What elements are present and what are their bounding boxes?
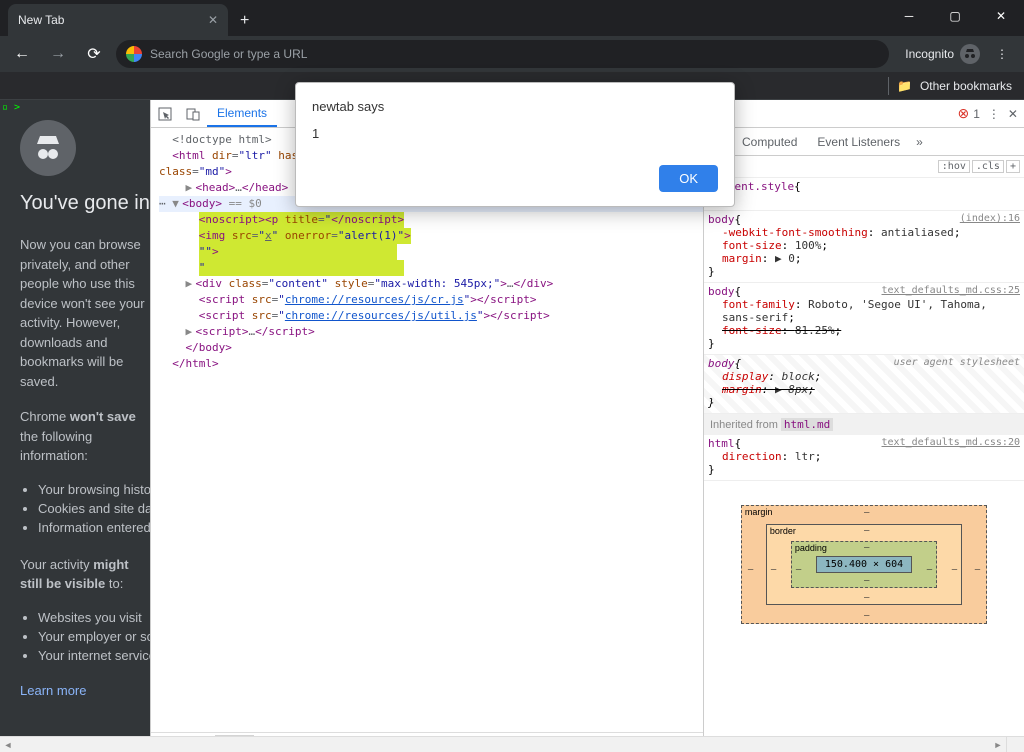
window-controls: ─ ▢ ✕ <box>886 0 1024 32</box>
list-item: Your employer or school <box>38 629 150 644</box>
inherited-from: Inherited from html.md <box>704 414 1024 435</box>
scroll-left-icon[interactable]: ◄ <box>0 740 16 750</box>
visible-to-list: Websites you visit Your employer or scho… <box>20 610 150 663</box>
styles-panel: S Computed Event Listeners » :hov .cls +… <box>704 128 1024 752</box>
cls-toggle[interactable]: .cls <box>972 160 1004 173</box>
list-item: Information entered in forms <box>38 520 150 535</box>
forward-button[interactable]: → <box>44 45 72 63</box>
browser-toolbar: ← → ⟳ Search Google or type a URL Incogn… <box>0 36 1024 72</box>
new-style-button[interactable]: + <box>1006 160 1020 173</box>
incognito-desc-1: Now you can browse privately, and other … <box>20 235 150 391</box>
inspect-icon[interactable] <box>151 100 179 127</box>
list-item: Websites you visit <box>38 610 150 625</box>
style-rules[interactable]: element.style { } body {(index):16 -webk… <box>704 178 1024 752</box>
tab-elements[interactable]: Elements <box>207 100 277 127</box>
incognito-logo <box>20 120 76 176</box>
tab-event-listeners[interactable]: Event Listeners <box>807 135 910 149</box>
maximize-button[interactable]: ▢ <box>932 0 978 32</box>
minimize-button[interactable]: ─ <box>886 0 932 32</box>
incognito-heading: You've gone incognito <box>20 192 150 215</box>
hov-toggle[interactable]: :hov <box>938 160 970 173</box>
learn-more-link[interactable]: Learn more <box>20 683 86 698</box>
other-bookmarks[interactable]: Other bookmarks <box>920 79 1012 93</box>
google-icon <box>126 46 142 62</box>
wont-save-list: Your browsing history Cookies and site d… <box>20 482 150 535</box>
ok-button[interactable]: OK <box>659 165 718 192</box>
more-tabs-icon[interactable]: » <box>916 135 923 149</box>
devtools-menu-icon[interactable]: ⋮ <box>988 107 1000 121</box>
dialog-title: newtab says <box>312 99 718 114</box>
dom-tree[interactable]: <!doctype html> <html dir="ltr" hasc cla… <box>151 128 703 732</box>
dialog-message: 1 <box>312 126 718 141</box>
list-item: Cookies and site data <box>38 501 150 516</box>
resize-grip[interactable] <box>1006 736 1024 752</box>
error-icon[interactable]: ⊗ <box>958 105 970 122</box>
close-window-button[interactable]: ✕ <box>978 0 1024 32</box>
browser-tab[interactable]: New Tab ✕ <box>8 4 228 36</box>
incognito-new-tab: You've gone incognito Now you can browse… <box>0 100 150 752</box>
list-item: Your internet service provider <box>38 648 150 663</box>
incognito-icon <box>960 44 980 64</box>
horizontal-scrollbar[interactable]: ◄ ► <box>0 736 1006 752</box>
box-model-content: 150.400 × 604 <box>816 556 912 573</box>
styles-tabs: S Computed Event Listeners » <box>704 128 1024 156</box>
tab-title: New Tab <box>18 13 64 27</box>
scroll-right-icon[interactable]: ► <box>990 740 1006 750</box>
back-button[interactable]: ← <box>8 45 36 63</box>
folder-icon: 📁 <box>897 79 912 93</box>
reload-button[interactable]: ⟳ <box>80 44 108 64</box>
close-tab-icon[interactable]: ✕ <box>208 13 218 27</box>
new-tab-button[interactable]: + <box>240 12 249 30</box>
list-item: Your browsing history <box>38 482 150 497</box>
elements-panel: <!doctype html> <html dir="ltr" hasc cla… <box>151 128 704 752</box>
incognito-indicator: Incognito <box>905 44 980 64</box>
device-toggle-icon[interactable] <box>179 100 207 127</box>
devtools-close-icon[interactable]: ✕ <box>1008 107 1018 121</box>
omnibox-placeholder: Search Google or type a URL <box>150 47 307 61</box>
styles-toolbar: :hov .cls + <box>704 156 1024 178</box>
js-alert-dialog: newtab says 1 OK <box>295 82 735 207</box>
window-titlebar: New Tab ✕ + ─ ▢ ✕ <box>0 0 1024 36</box>
tab-computed[interactable]: Computed <box>732 135 807 149</box>
omnibox[interactable]: Search Google or type a URL <box>116 40 889 68</box>
box-model: margin –––– border –––– padding –––– 150… <box>704 481 1024 648</box>
menu-button[interactable]: ⋮ <box>996 47 1008 61</box>
